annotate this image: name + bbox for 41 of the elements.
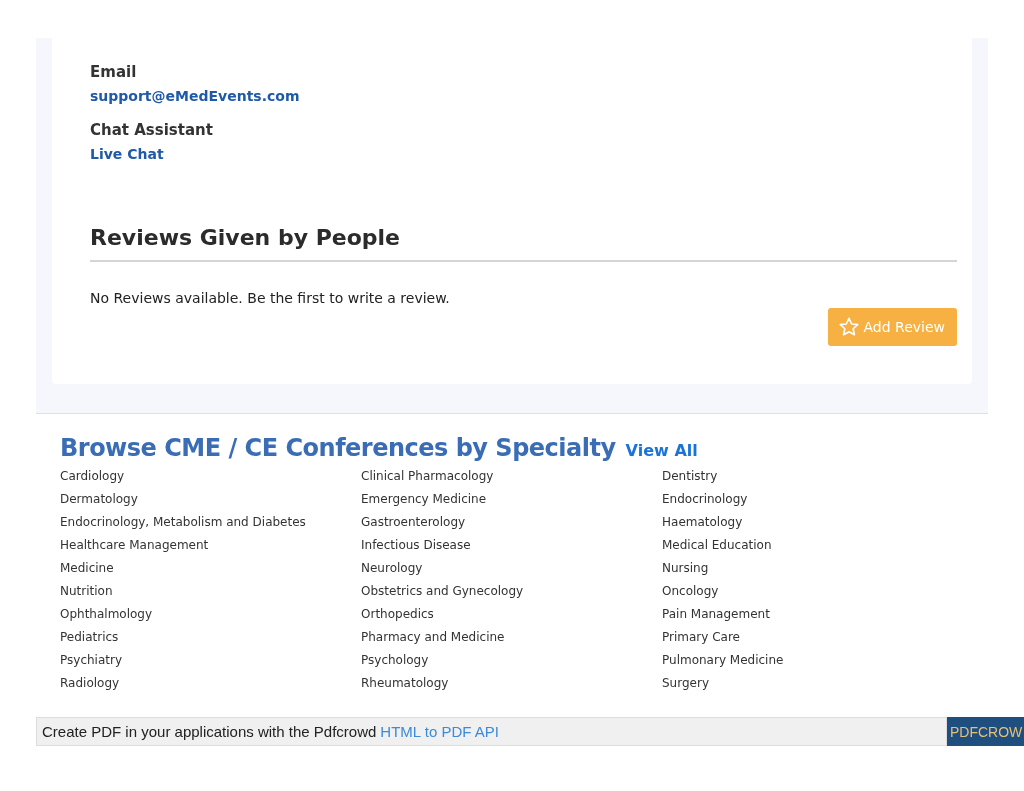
specialty-link[interactable]: Endocrinology <box>662 492 748 506</box>
specialty-link[interactable]: Psychology <box>361 653 429 667</box>
specialty-link[interactable]: Ophthalmology <box>60 607 153 621</box>
specialty-link[interactable]: Radiology <box>60 676 120 690</box>
specialty-link[interactable]: Endocrinology, Metabolism and Diabetes <box>60 515 306 529</box>
contact-link[interactable]: support@eMedEvents.com <box>90 88 300 104</box>
specialty-link[interactable]: Psychiatry <box>60 653 122 667</box>
specialty-link[interactable]: Nursing <box>662 561 709 575</box>
specialty-link[interactable]: Obstetrics and Gynecology <box>361 584 524 598</box>
specialty-link[interactable]: Dentistry <box>662 469 718 483</box>
specialty-link[interactable]: Healthcare Management <box>60 538 209 552</box>
specialty-link[interactable]: Surgery <box>662 676 709 690</box>
specialty-link[interactable]: Emergency Medicine <box>361 492 487 506</box>
specialty-link[interactable]: Clinical Pharmacology <box>361 469 494 483</box>
specialty-link[interactable]: Neurology <box>361 561 423 575</box>
section-heading: Reviews Given by People <box>90 225 957 262</box>
contact-label: Email <box>90 63 138 81</box>
specialty-link[interactable]: Oncology <box>662 584 719 598</box>
specialty-link[interactable]: Infectious Disease <box>361 538 471 552</box>
specialty-link[interactable]: Medical Education <box>662 538 772 552</box>
specialty-link[interactable]: Cardiology <box>60 469 125 483</box>
specialty-link[interactable]: Pediatrics <box>60 630 119 644</box>
section-title: Browse CME / CE Conferences by Specialty <box>60 434 616 462</box>
specialty-link[interactable]: Pharmacy and Medicine <box>361 630 505 644</box>
specialty-link[interactable]: Medicine <box>60 561 114 575</box>
specialty-link[interactable]: Orthopedics <box>361 607 434 621</box>
specialty-link[interactable]: Haematology <box>662 515 743 529</box>
brand-label: PDFCROW <box>947 717 1024 746</box>
star-icon <box>838 316 861 338</box>
specialty-link[interactable]: Rheumatology <box>361 676 449 690</box>
contact-label: Chat Assistant <box>90 121 214 139</box>
empty-reviews-message: No Reviews available. Be the first to write a review. <box>90 290 451 306</box>
banner-text: Create PDF in your applications with the Pdfcrowd <box>42 723 377 740</box>
specialty-link[interactable]: Dermatology <box>60 492 138 506</box>
specialty-link[interactable]: Nutrition <box>60 584 113 598</box>
view-all-link[interactable]: View All <box>625 441 698 460</box>
specialty-link[interactable]: Gastroenterology <box>361 515 466 529</box>
specialty-link[interactable]: Primary Care <box>662 630 740 644</box>
specialty-link[interactable]: Pulmonary Medicine <box>662 653 784 667</box>
contact-link[interactable]: Live Chat <box>90 146 164 162</box>
specialty-link[interactable]: Pain Management <box>662 607 770 621</box>
